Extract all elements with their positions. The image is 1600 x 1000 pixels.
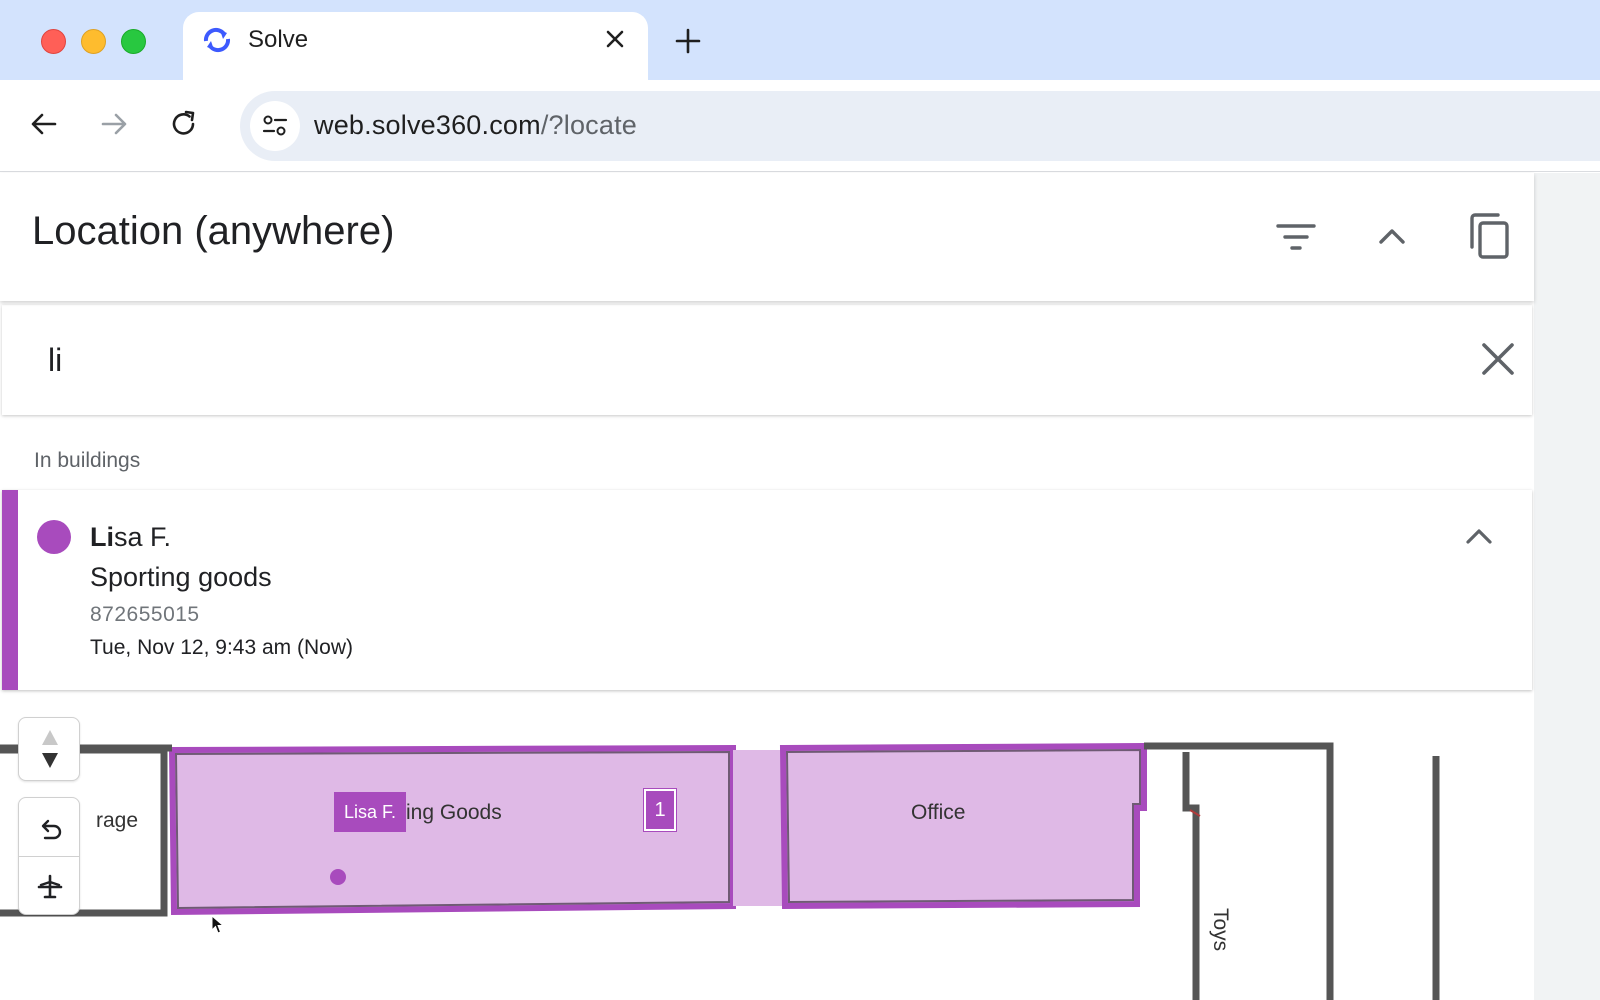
cluster-count-badge[interactable]: 1 <box>643 788 677 832</box>
window-minimize-button[interactable] <box>81 29 106 54</box>
browser-tab[interactable]: Solve <box>183 12 648 80</box>
browser-toolbar: web.solve360.com/?locate <box>0 80 1600 172</box>
url-text: web.solve360.com/?locate <box>314 110 637 141</box>
collapse-chevron-up-icon[interactable] <box>1462 520 1496 554</box>
level-arrows-icon <box>42 730 58 768</box>
name-match-highlight: Li <box>90 522 114 552</box>
app-content: Location (anywhere) In buildings Lisa F. <box>0 173 1600 1000</box>
mouse-cursor-icon <box>211 915 225 934</box>
window-close-button[interactable] <box>41 29 66 54</box>
browser-tab-bar: Solve <box>0 0 1600 80</box>
section-label: In buildings <box>34 449 141 472</box>
floor-map[interactable]: rage ing Goods Office Toys Lisa F. 1 <box>0 690 1534 1000</box>
person-map-dot[interactable] <box>330 869 346 885</box>
location-panel: Location (anywhere) In buildings Lisa F. <box>0 173 1534 1000</box>
back-arrow-icon[interactable] <box>27 107 61 141</box>
person-color-dot <box>37 520 71 554</box>
person-id: 872655015 <box>90 603 200 626</box>
page-title: Location (anywhere) <box>32 209 395 253</box>
room-label-toys: Toys <box>1209 908 1232 952</box>
url-domain: web.solve360.com <box>314 110 541 140</box>
search-clear-icon[interactable] <box>1480 341 1516 377</box>
search-input[interactable] <box>48 335 1348 385</box>
url-path: /?locate <box>540 110 637 140</box>
undo-icon[interactable] <box>36 815 64 843</box>
window-zoom-button[interactable] <box>121 29 146 54</box>
copy-icon[interactable] <box>1466 211 1514 261</box>
person-map-badge[interactable]: Lisa F. <box>334 792 406 832</box>
site-info-icon <box>262 115 288 136</box>
name-rest: sa F. <box>114 522 172 552</box>
result-color-bar <box>2 490 18 690</box>
room-office <box>779 742 1147 910</box>
result-card[interactable]: Lisa F. Sporting goods 872655015 Tue, No… <box>2 490 1532 690</box>
floor-plan-drawing <box>0 742 1440 1000</box>
tab-close-icon[interactable] <box>603 27 627 51</box>
control-divider <box>19 856 79 857</box>
map-tool-control <box>18 797 80 915</box>
last-seen-time: Tue, Nov 12, 9:43 am (Now) <box>90 636 353 659</box>
site-info-button[interactable] <box>250 101 300 151</box>
new-tab-plus-icon[interactable] <box>675 28 701 54</box>
forward-arrow-icon[interactable] <box>97 107 131 141</box>
room-corridor <box>733 750 783 906</box>
address-bar[interactable]: web.solve360.com/?locate <box>240 91 1600 161</box>
solve-favicon-icon <box>203 27 231 53</box>
room-label-left: rage <box>96 809 139 832</box>
airplane-icon[interactable] <box>36 873 64 901</box>
room-label-office: Office <box>911 801 966 824</box>
room-label-sporting-goods: ing Goods <box>406 801 502 824</box>
person-name: Lisa F. <box>90 522 171 553</box>
filter-icon[interactable] <box>1274 215 1318 259</box>
reload-icon[interactable] <box>167 107 201 141</box>
person-location: Sporting goods <box>90 562 272 592</box>
chevron-up-icon[interactable] <box>1370 215 1414 259</box>
panel-header: Location (anywhere) <box>0 173 1534 301</box>
level-control[interactable] <box>18 717 80 781</box>
search-row <box>2 305 1532 415</box>
tab-title: Solve <box>248 26 309 53</box>
